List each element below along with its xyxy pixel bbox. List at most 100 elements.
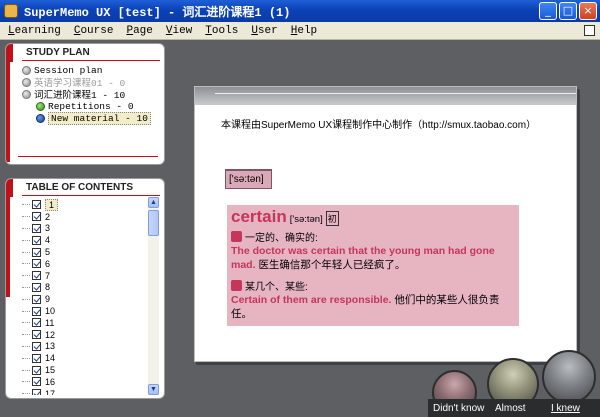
grade-labels-bar: Didn't know Almost I knew [428,399,600,417]
sense-2-text: 某几个、某些: [245,282,308,293]
toc-item[interactable]: 14 [22,352,150,364]
tree-item-label: Repetitions - 0 [48,100,134,112]
example-1: The doctor was certain that the young ma… [231,244,515,272]
checkbox[interactable] [32,341,41,351]
tree-connector [22,227,30,229]
dictionary-image: certain ['sə:tən] 初 一定的、确实的: The doctor … [227,205,519,326]
menu-bar: Learning Course Page View Tools User Hel… [0,22,600,40]
toc-item-label: 11 [45,317,55,328]
toc-item-label: 3 [45,223,51,234]
study-plan-tree: Session plan 英语学习课程01 - 0 词汇进阶课程1 - 10 R… [22,64,151,125]
grey-ball-icon [22,77,31,87]
toc-item-label: 14 [45,353,56,364]
headword: certain [231,207,287,226]
toc-item-label: 2 [45,211,51,222]
checkbox[interactable] [32,223,41,233]
almost-label[interactable]: Almost [495,403,526,414]
toc-item[interactable]: 10 [22,305,150,317]
restore-layout-icon[interactable] [584,25,595,36]
new-material-icon [36,113,45,123]
tree-connector [22,216,30,218]
tree-connector [22,393,30,395]
tree-connector [22,286,30,288]
checkbox[interactable] [32,271,41,281]
sense-1-text: 一定的、确实的: [245,233,318,244]
card-top-bar [195,87,576,105]
toc-item[interactable]: 9 [22,293,150,305]
i-knew-label[interactable]: I knew [551,403,580,414]
didnt-know-label[interactable]: Didn't know [433,403,484,414]
menu-view[interactable]: View [166,25,192,37]
toc-item[interactable]: 2 [22,211,150,223]
toc-item[interactable]: 7 [22,270,150,282]
tree-connector [22,298,30,300]
minimize-button[interactable]: _ [539,2,557,20]
toc-item[interactable]: 11 [22,317,150,329]
scroll-thumb[interactable] [148,210,159,236]
toc-item[interactable]: 15 [22,364,150,376]
toc-item[interactable]: 13 [22,341,150,353]
flashcard: 本课程由SuperMemo UX课程制作中心制作（http://smux.tao… [194,86,577,362]
checkbox[interactable] [32,212,41,222]
toc-item-label: 13 [45,341,56,352]
course-intro-text: 本课程由SuperMemo UX课程制作中心制作（http://smux.tao… [221,120,537,131]
checkbox[interactable] [32,247,41,257]
checkbox[interactable] [32,259,41,269]
toc-item[interactable]: 4 [22,234,150,246]
menu-help[interactable]: Help [291,25,317,37]
checkbox[interactable] [32,294,41,304]
checkbox[interactable] [32,330,41,340]
menu-course[interactable]: Course [74,25,114,37]
adjective-icon [231,231,242,242]
toc-item-label: 5 [45,247,51,258]
toc-item[interactable]: 12 [22,329,150,341]
menu-tools[interactable]: Tools [205,25,238,37]
headword-phonetic: ['sə:tən] [289,214,323,225]
checkbox[interactable] [32,353,41,363]
tree-connector [22,357,30,359]
toc-panel: TABLE OF CONTENTS 1 2 3 4 5 6 7 8 9 10 1… [5,178,165,399]
checkbox[interactable] [32,235,41,245]
tree-connector [22,275,30,277]
tree-connector [22,334,30,336]
toc-item[interactable]: 5 [22,246,150,258]
menu-learning[interactable]: Learning [8,25,61,37]
tree-item-new-material[interactable]: New material - 10 [36,111,151,125]
toc-scrollbar[interactable]: ▲ ▼ [148,197,159,395]
checkbox[interactable] [32,282,41,292]
toc-item[interactable]: 16 [22,376,150,388]
tree-connector [22,204,30,206]
menu-page[interactable]: Page [126,25,152,37]
scroll-up-icon[interactable]: ▲ [148,197,159,208]
tree-item-label: New material - 10 [48,111,151,125]
checkbox[interactable] [32,377,41,387]
tree-connector [22,310,30,312]
grey-ball-icon [22,65,31,75]
toc-item-label: 1 [45,199,59,211]
tree-item-course-vocab[interactable]: 词汇进阶课程1 - 10 [22,88,151,101]
maximize-button[interactable]: □ [559,2,577,20]
toc-item[interactable]: 17 [22,388,150,395]
checkbox[interactable] [32,318,41,328]
panel-tab-marker [6,179,13,197]
tree-item-repetitions[interactable]: Repetitions - 0 [36,100,151,112]
checkbox[interactable] [32,365,41,375]
checkbox[interactable] [32,306,41,316]
example-1-zh: 医生确信那个年轻人已经疯了。 [258,259,406,271]
checkbox[interactable] [32,200,41,210]
menu-user[interactable]: User [251,25,277,37]
toc-item-label: 10 [45,306,56,317]
i-knew-button[interactable] [542,350,596,404]
toc-item-label: 15 [45,365,56,376]
toc-item[interactable]: 1 [22,199,150,211]
close-button[interactable]: × [579,2,597,20]
toc-item-label: 17 [45,388,56,395]
tree-connector [22,345,30,347]
toc-header: TABLE OF CONTENTS [6,179,164,197]
scroll-down-icon[interactable]: ▼ [148,384,159,395]
checkbox[interactable] [32,389,41,395]
toc-item[interactable]: 6 [22,258,150,270]
toc-item[interactable]: 8 [22,282,150,294]
toc-item[interactable]: 3 [22,223,150,235]
toc-list: 1 2 3 4 5 6 7 8 9 10 11 12 13 14 15 16 1… [22,199,150,395]
